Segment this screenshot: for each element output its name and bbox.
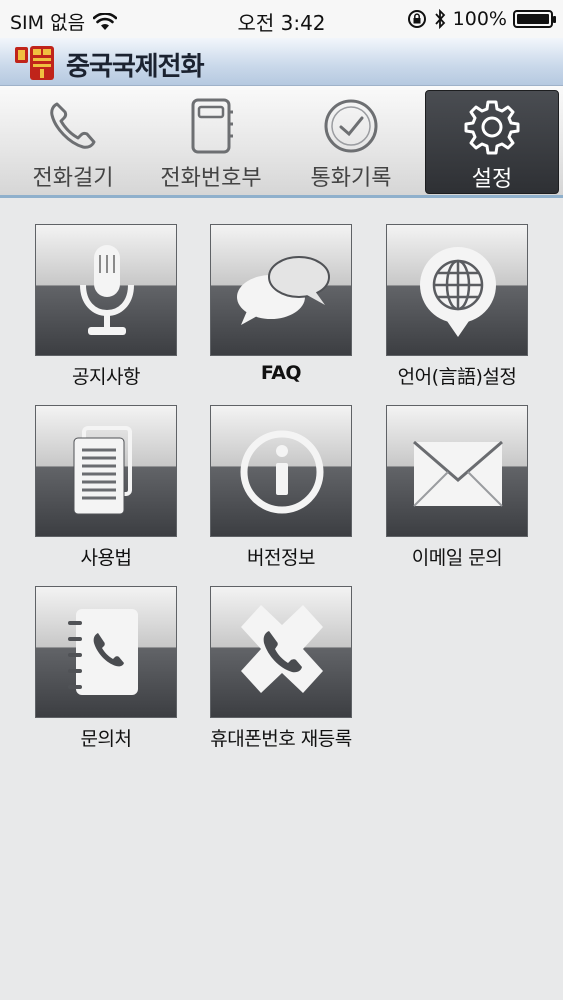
contact-book-icon xyxy=(68,609,138,695)
status-bar: SIM 없음 오전 3:42 100% xyxy=(0,0,563,38)
bluetooth-icon xyxy=(434,9,445,29)
menu-label: 공지사항 xyxy=(72,366,140,388)
tab-settings[interactable]: 설정 xyxy=(425,90,559,194)
menu-label: 이메일 문의 xyxy=(411,547,503,569)
menu-item-email[interactable]: 이메일 문의 xyxy=(386,405,528,570)
app-title: 중국국제전화 xyxy=(66,52,205,82)
menu-tile[interactable] xyxy=(386,405,528,537)
menu-label: 사용법 xyxy=(80,547,132,569)
menu-item-faq[interactable]: FAQ xyxy=(210,224,352,384)
menu-item-language[interactable]: 언어(言語)설정 xyxy=(386,224,528,389)
menu-tile[interactable] xyxy=(210,224,352,356)
tab-phonebook[interactable]: 전화번호부 xyxy=(148,90,274,194)
tab-label: 전화걸기 xyxy=(32,166,114,191)
gear-icon xyxy=(464,100,520,155)
menu-label: FAQ xyxy=(260,362,302,384)
menu-tile[interactable] xyxy=(35,586,177,718)
menu-tile[interactable] xyxy=(210,586,352,718)
phone-icon xyxy=(50,102,96,149)
menu-label: 휴대폰번호 재등록 xyxy=(210,728,352,750)
tab-label: 설정 xyxy=(471,167,513,192)
tab-call[interactable]: 전화걸기 xyxy=(8,90,138,194)
menu-item-usage[interactable]: 사용법 xyxy=(35,405,177,570)
menu-label: 언어(言語)설정 xyxy=(397,366,517,388)
menu-item-contact[interactable]: 문의처 xyxy=(35,586,177,751)
battery-icon xyxy=(513,10,556,28)
tab-label: 전화번호부 xyxy=(160,166,262,191)
menu-tile[interactable] xyxy=(210,405,352,537)
menu-label: 버전정보 xyxy=(247,547,315,569)
menu-tile[interactable] xyxy=(35,224,177,356)
info-icon xyxy=(240,430,324,514)
envelope-icon xyxy=(413,440,503,507)
battery-percent: 100% xyxy=(452,8,507,30)
phone-register-icon xyxy=(241,605,323,693)
tab-label: 통화기록 xyxy=(310,166,392,191)
menu-item-version[interactable]: 버전정보 xyxy=(210,405,352,570)
phonebook-icon xyxy=(191,98,233,154)
app-header: 중국국제전화 xyxy=(0,38,563,86)
app-logo-icon xyxy=(15,46,54,80)
orientation-lock-icon xyxy=(407,10,426,28)
menu-label: 문의처 xyxy=(80,728,132,750)
tab-bar: 전화걸기 전화번호부 통화기록 설정 xyxy=(0,86,563,198)
tab-call-history[interactable]: 통화기록 xyxy=(290,90,412,194)
clock-icon xyxy=(324,99,378,153)
menu-tile[interactable] xyxy=(386,224,528,356)
globe-icon xyxy=(420,247,496,337)
menu-tile[interactable] xyxy=(35,405,177,537)
menu-item-notice[interactable]: 공지사항 xyxy=(35,224,177,389)
microphone-icon xyxy=(80,245,134,335)
document-icon xyxy=(73,426,132,515)
menu-item-reregister-phone[interactable]: 휴대폰번호 재등록 xyxy=(210,586,352,751)
chat-bubbles-icon xyxy=(237,256,330,325)
